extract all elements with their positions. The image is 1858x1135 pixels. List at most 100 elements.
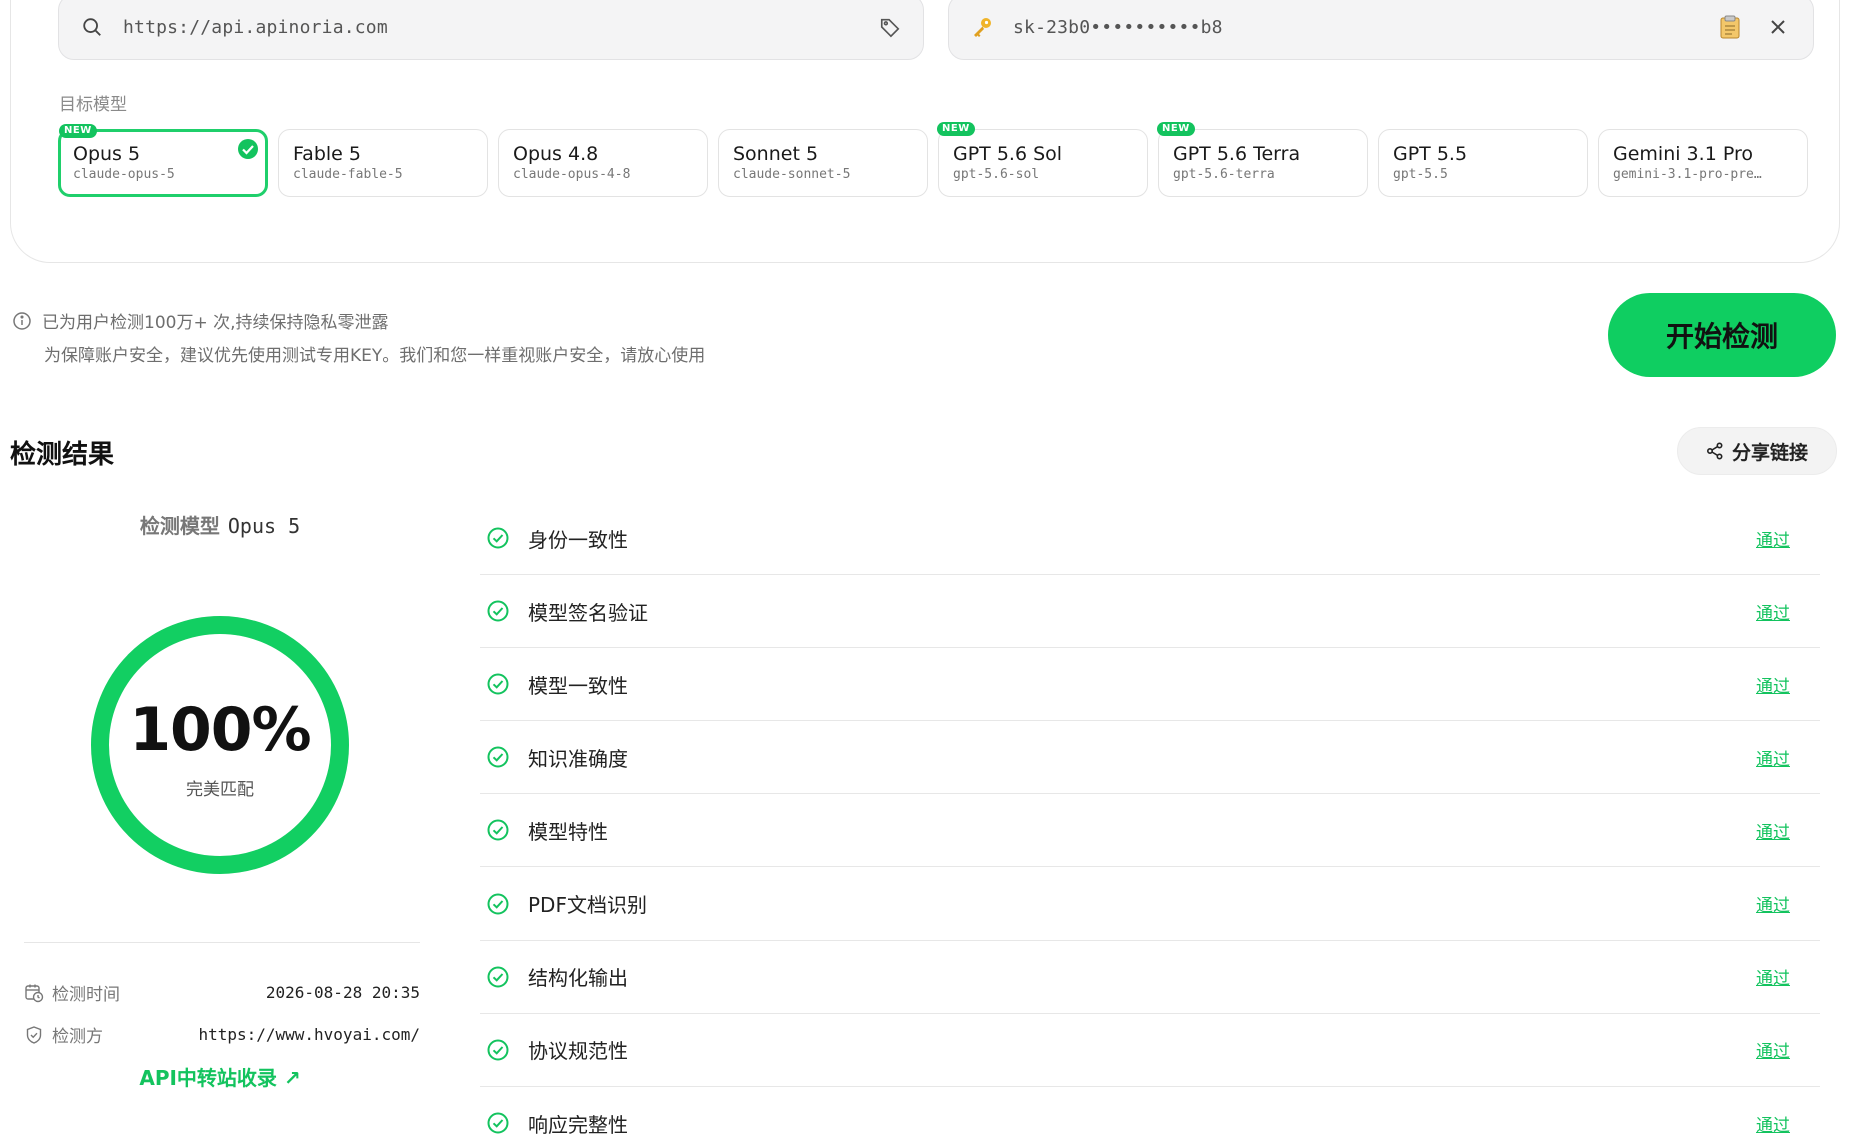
check-circle-icon <box>487 746 509 768</box>
model-name: GPT 5.6 Sol <box>953 143 1063 165</box>
model-selector: NEW Opus 5 claude-opus-5 Fable 5 claude-fabl… <box>58 122 1814 197</box>
model-id: gemini-3.1-pro-pre… <box>1613 167 1762 182</box>
check-status-pass[interactable]: 通过 <box>1756 891 1790 916</box>
tag-icon[interactable] <box>877 14 903 40</box>
model-name: Fable 5 <box>293 143 361 165</box>
check-name: 模型签名验证 <box>528 600 648 625</box>
check-name: 知识准确度 <box>528 746 628 771</box>
check-status-pass[interactable]: 通过 <box>1756 599 1790 624</box>
detected-model: 检测模型 Opus 5 <box>20 510 420 539</box>
new-badge: NEW <box>59 124 97 138</box>
detector-label: 检测方 <box>52 1027 103 1047</box>
check-name: 身份一致性 <box>528 527 628 552</box>
model-card[interactable]: NEW Opus 5 claude-opus-5 <box>58 124 268 197</box>
detection-time-row: 检测时间 2026-08-28 20:35 <box>24 980 420 1005</box>
check-name: 模型特性 <box>528 819 608 844</box>
model-name: Gemini 3.1 Pro <box>1613 143 1753 165</box>
target-model-label: 目标模型 <box>59 95 127 115</box>
model-card[interactable]: GPT 5.5 gpt-5.5 <box>1378 129 1588 197</box>
detection-time-label: 检测时间 <box>52 985 120 1005</box>
model-id: gpt-5.6-sol <box>953 167 1040 182</box>
check-row: 模型一致性 通过 <box>480 648 1820 722</box>
divider <box>24 942 420 943</box>
check-circle-icon <box>487 966 509 988</box>
model-id: gpt-5.6-terra <box>1173 167 1275 182</box>
model-name: Opus 4.8 <box>513 143 599 165</box>
check-name: 结构化输出 <box>528 966 628 991</box>
results-title: 检测结果 <box>10 440 115 470</box>
model-card[interactable]: NEW GPT 5.6 Terra gpt-5.6-terra <box>1157 122 1368 197</box>
api-key-input[interactable]: sk-23b0••••••••••b8 <box>1013 17 1717 38</box>
new-badge: NEW <box>937 122 975 136</box>
search-icon <box>79 14 105 40</box>
model-card[interactable]: NEW GPT 5.6 Sol gpt-5.6-sol <box>937 122 1148 197</box>
model-card[interactable]: Opus 4.8 claude-opus-4-8 <box>498 129 708 197</box>
clipboard-icon[interactable] <box>1717 14 1743 40</box>
check-name: PDF文档识别 <box>528 893 647 918</box>
selected-check-icon <box>238 139 258 159</box>
privacy-notice: 已为用户检测100万+ 次,持续保持隐私零泄露 为保障账户安全，建议优先使用测试… <box>12 308 705 366</box>
detected-model-name: Opus 5 <box>227 514 301 538</box>
check-circle-icon <box>487 600 509 622</box>
info-icon <box>13 311 31 330</box>
config-card: https://api.apinoria.com sk-23b0••••••••… <box>10 0 1840 263</box>
detector-row: 检测方 https://www.hvoyai.com/ <box>24 1022 420 1047</box>
check-list: 身份一致性 通过 模型签名验证 通过 模型一致性 通过 知识准确度 通过 模型特性 通过 PDF文档… <box>480 502 1820 1135</box>
model-name: Opus 5 <box>73 143 141 165</box>
check-name: 模型一致性 <box>528 673 628 698</box>
page: https://api.apinoria.com sk-23b0••••••••… <box>0 0 1858 1135</box>
model-id: claude-opus-5 <box>73 167 175 182</box>
url-input[interactable]: https://api.apinoria.com <box>123 17 877 38</box>
check-name: 响应完整性 <box>528 1112 628 1135</box>
calendar-clock-icon <box>25 984 44 1002</box>
check-status-pass[interactable]: 通过 <box>1756 1037 1790 1062</box>
model-name: Sonnet 5 <box>733 143 819 165</box>
check-status-pass[interactable]: 通过 <box>1756 1111 1790 1135</box>
check-row: 知识准确度 通过 <box>480 721 1820 795</box>
key-icon <box>969 14 995 40</box>
check-circle-icon <box>487 527 509 549</box>
score-caption: 完美匹配 <box>186 780 254 800</box>
share-icon <box>1706 442 1723 460</box>
url-input-box[interactable]: https://api.apinoria.com <box>58 0 924 60</box>
api-relay-link[interactable]: API中转站收录 ↗ <box>20 1062 420 1091</box>
new-badge: NEW <box>1157 122 1195 136</box>
share-link-button[interactable]: 分享链接 <box>1677 427 1837 475</box>
check-status-pass[interactable]: 通过 <box>1756 672 1790 697</box>
detected-model-label: 检测模型 <box>139 514 220 538</box>
check-status-pass[interactable]: 通过 <box>1756 526 1790 551</box>
model-id: gpt-5.5 <box>1393 167 1448 182</box>
check-status-pass[interactable]: 通过 <box>1756 818 1790 843</box>
check-name: 协议规范性 <box>528 1039 628 1064</box>
notice-line-2: 为保障账户安全，建议优先使用测试专用KEY。我们和您一样重视账户安全，请放心使用 <box>44 346 706 366</box>
check-circle-icon <box>487 819 509 841</box>
model-name: GPT 5.5 <box>1393 143 1468 165</box>
model-id: claude-fable-5 <box>293 167 403 182</box>
check-status-pass[interactable]: 通过 <box>1756 964 1790 989</box>
model-name: GPT 5.6 Terra <box>1173 143 1301 165</box>
check-row: 结构化输出 通过 <box>480 941 1820 1014</box>
check-row: 协议规范性 通过 <box>480 1014 1820 1087</box>
detection-time-value: 2026-08-28 20:35 <box>265 983 420 1002</box>
score-panel: 检测模型 Opus 5 100% 完美匹配 检测时间 2026-08-28 20:… <box>20 510 420 1090</box>
api-key-input-box[interactable]: sk-23b0••••••••••b8 <box>948 0 1814 60</box>
detector-value: https://www.hvoyai.com/ <box>198 1025 420 1044</box>
model-id: claude-sonnet-5 <box>733 167 851 182</box>
score-percent: 100% <box>129 695 311 765</box>
close-icon[interactable] <box>1765 14 1791 40</box>
check-row: 模型特性 通过 <box>480 794 1820 868</box>
start-detection-button[interactable]: 开始检测 <box>1608 293 1836 377</box>
model-card[interactable]: Sonnet 5 claude-sonnet-5 <box>718 129 928 197</box>
check-circle-icon <box>487 673 509 695</box>
model-card[interactable]: Gemini 3.1 Pro gemini-3.1-pro-pre… <box>1598 129 1808 197</box>
check-status-pass[interactable]: 通过 <box>1756 745 1790 770</box>
check-row: 模型签名验证 通过 <box>480 575 1820 649</box>
check-row: PDF文档识别 通过 <box>480 867 1820 941</box>
notice-line-1: 已为用户检测100万+ 次,持续保持隐私零泄露 <box>42 313 389 333</box>
check-circle-icon <box>487 1112 509 1134</box>
score-gauge: 100% 完美匹配 <box>90 615 350 875</box>
share-link-label: 分享链接 <box>1731 441 1808 464</box>
model-card[interactable]: Fable 5 claude-fable-5 <box>278 129 488 197</box>
model-id: claude-opus-4-8 <box>513 167 631 182</box>
check-circle-icon <box>487 893 509 915</box>
